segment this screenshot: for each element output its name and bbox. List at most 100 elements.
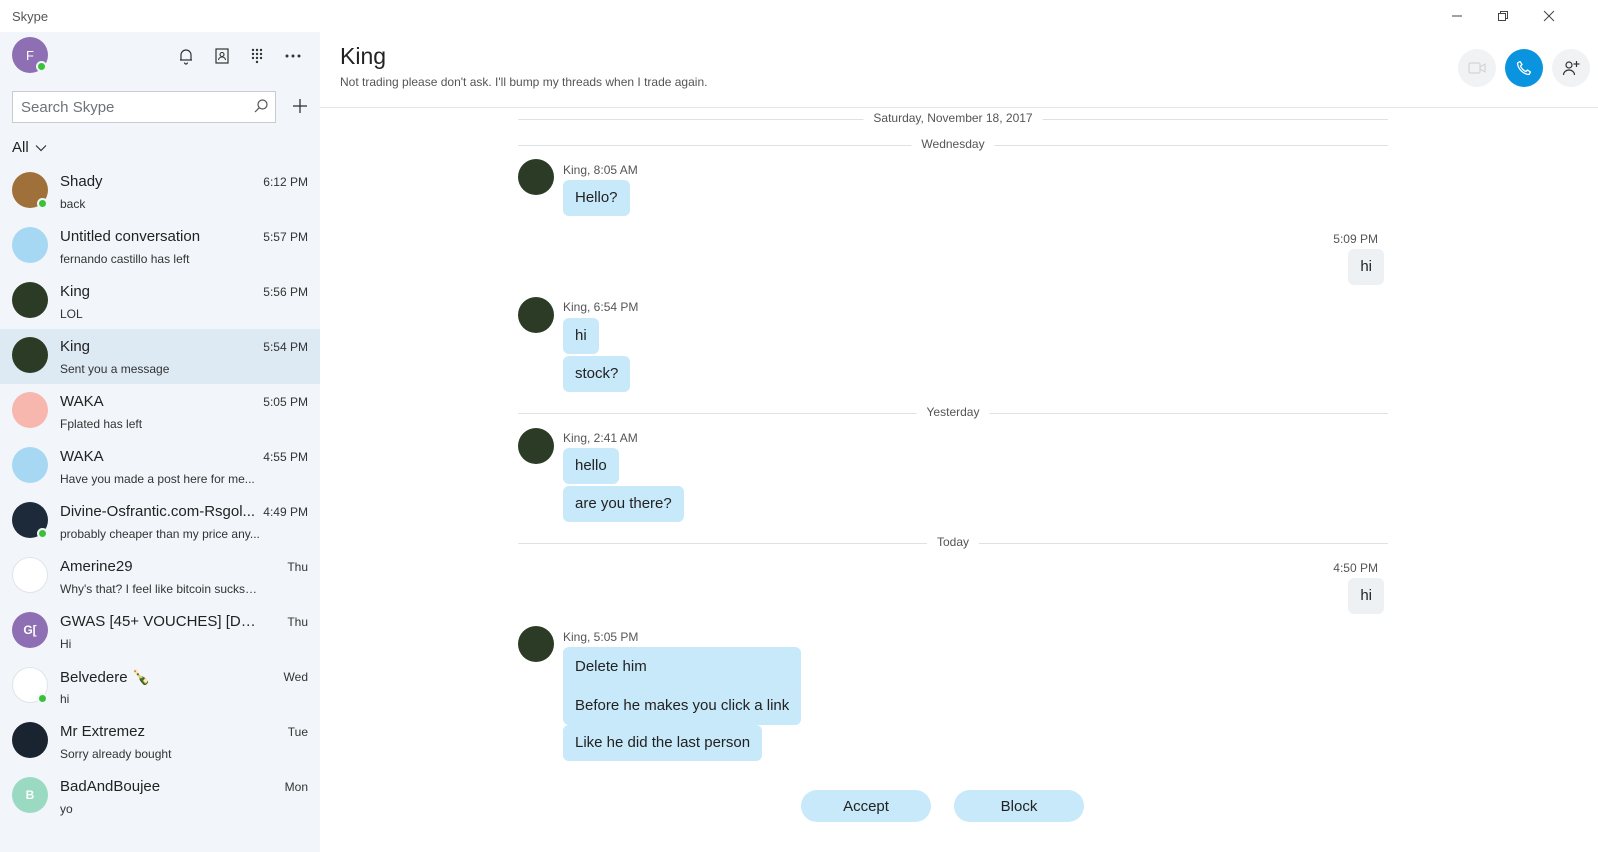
contacts-button[interactable]	[210, 44, 234, 68]
video-call-button[interactable]	[1458, 49, 1496, 87]
conversation-name: GWAS [45+ VOUCHES] [DONO...	[60, 613, 256, 630]
contact-avatar	[12, 392, 48, 428]
message-line: Delete him	[575, 658, 647, 675]
message-bubble[interactable]: Like he did the last person	[563, 725, 763, 761]
audio-call-button[interactable]	[1505, 49, 1543, 87]
contact-avatar	[12, 227, 48, 263]
conversation-preview: yo	[60, 802, 73, 816]
conversation-time: Thu	[287, 615, 308, 629]
conversation-preview: Fplated has left	[60, 417, 143, 431]
conversation-item[interactable]: WAKA 5:05 PM Fplated has left	[0, 384, 320, 439]
conversation-time: Wed	[283, 670, 308, 684]
conversation-item[interactable]: Divine-Osfrantic.com-Rsgol... 4:49 PM prob…	[0, 494, 320, 549]
conversation-time: 4:55 PM	[263, 450, 308, 464]
conversation-item[interactable]: Belvedere 🍾 Wed hi	[0, 659, 320, 714]
chat-title[interactable]: King	[340, 43, 386, 70]
conversation-name: WAKA	[60, 448, 104, 465]
block-button[interactable]: Block	[954, 790, 1084, 822]
conversation-time: 4:49 PM	[263, 505, 308, 519]
sidebar: F All Shady 6:12 PM back Untitled conversat…	[0, 32, 320, 852]
more-options-button[interactable]	[281, 44, 305, 68]
search-icon	[253, 98, 269, 119]
conversation-time: Tue	[287, 725, 308, 739]
message-bubble[interactable]: hi	[563, 318, 599, 354]
conversation-preview: LOL	[60, 307, 83, 321]
new-chat-button[interactable]	[288, 94, 312, 118]
message-bubble[interactable]: Hello?	[563, 180, 630, 216]
close-button[interactable]	[1526, 0, 1572, 32]
date-divider: Yesterday	[518, 405, 1388, 419]
chat-header: King Not trading please don't ask. I'll …	[320, 32, 1598, 108]
message-meta: King, 5:05 PM	[563, 630, 639, 644]
message-bubble[interactable]: stock?	[563, 356, 631, 392]
conversation-name: King	[60, 338, 91, 355]
plus-icon	[293, 99, 307, 113]
contact-avatar	[12, 722, 48, 758]
sender-avatar[interactable]	[518, 297, 554, 333]
close-icon	[1543, 10, 1555, 22]
restore-icon	[1498, 11, 1508, 21]
minimize-button[interactable]	[1434, 0, 1480, 32]
minimize-icon	[1452, 15, 1462, 17]
contacts-book-icon	[215, 48, 229, 64]
conversation-preview: Sorry already bought	[60, 747, 172, 761]
conversation-list: Shady 6:12 PM back Untitled conversation 5:5…	[0, 164, 320, 824]
restore-button[interactable]	[1480, 0, 1526, 32]
conversation-name: Untitled conversation	[60, 228, 201, 245]
conversation-item[interactable]: B BadAndBoujee Mon yo	[0, 769, 320, 824]
avatar-initials: G[	[23, 623, 37, 637]
avatar-initials: B	[25, 788, 35, 802]
message-line: Before he makes you click a link	[575, 697, 790, 714]
conversation-name: Shady	[60, 173, 103, 190]
message-meta: 5:09 PM	[1333, 232, 1378, 246]
accept-button[interactable]: Accept	[801, 790, 931, 822]
filter-dropdown[interactable]: All	[12, 139, 47, 156]
message-meta: King, 2:41 AM	[563, 431, 638, 445]
conversation-preview: Have you made a post here for me...	[60, 472, 255, 486]
conversation-item[interactable]: Mr Extremez Tue Sorry already bought	[0, 714, 320, 769]
profile-presence-dot	[36, 61, 47, 72]
sender-avatar[interactable]	[518, 428, 554, 464]
conversation-time: 5:05 PM	[263, 395, 308, 409]
message-bubble[interactable]: hi	[1348, 578, 1384, 614]
title-bar: Skype	[0, 0, 1598, 32]
message-bubble[interactable]: hello	[563, 448, 619, 484]
message-bubble[interactable]: hi	[1348, 249, 1384, 285]
date-divider: Saturday, November 18, 2017	[518, 111, 1388, 125]
search-box[interactable]	[12, 91, 276, 123]
conversation-preview: probably cheaper than my price any...	[60, 527, 260, 541]
notifications-button[interactable]	[174, 44, 198, 68]
conversation-time: Thu	[287, 560, 308, 574]
contact-avatar: B	[12, 777, 48, 813]
date-divider: Wednesday	[518, 137, 1388, 151]
message-bubble[interactable]: Delete him Before he makes you click a l…	[563, 647, 802, 725]
conversation-preview: back	[60, 197, 86, 211]
conversation-item[interactable]: King 5:54 PM Sent you a message	[0, 329, 320, 384]
conversation-item[interactable]: G[ GWAS [45+ VOUCHES] [DONO... Thu Hi	[0, 604, 320, 659]
message-meta: 4:50 PM	[1333, 561, 1378, 575]
conversation-item[interactable]: Amerine29 Thu Why's that? I feel like bitc…	[0, 549, 320, 604]
date-divider: Today	[518, 535, 1388, 549]
conversation-item[interactable]: King 5:56 PM LOL	[0, 274, 320, 329]
conversation-name: Amerine29	[60, 558, 133, 575]
conversation-preview: Hi	[60, 637, 72, 651]
conversation-name: King	[60, 283, 91, 300]
online-presence-dot	[37, 528, 48, 539]
conversation-item[interactable]: WAKA 4:55 PM Have you made a post here for…	[0, 439, 320, 494]
conversation-item[interactable]: Untitled conversation 5:57 PM fernando cas…	[0, 219, 320, 274]
contact-avatar: G[	[12, 612, 48, 648]
bell-icon	[180, 49, 192, 65]
message-meta: King, 8:05 AM	[563, 163, 638, 177]
sender-avatar[interactable]	[518, 159, 554, 195]
add-people-button[interactable]	[1552, 49, 1590, 87]
conversation-name: Divine-Osfrantic.com-Rsgol...	[60, 503, 256, 520]
online-presence-dot	[37, 198, 48, 209]
conversation-item[interactable]: Shady 6:12 PM back	[0, 164, 320, 219]
message-bubble[interactable]: are you there?	[563, 486, 684, 522]
search-input[interactable]	[21, 92, 241, 122]
sender-avatar[interactable]	[518, 626, 554, 662]
contact-avatar	[12, 557, 48, 593]
conversation-preview: Why's that? I feel like bitcoin sucks...…	[60, 582, 260, 596]
dialpad-button[interactable]	[245, 44, 269, 68]
chevron-down-icon	[35, 144, 47, 151]
